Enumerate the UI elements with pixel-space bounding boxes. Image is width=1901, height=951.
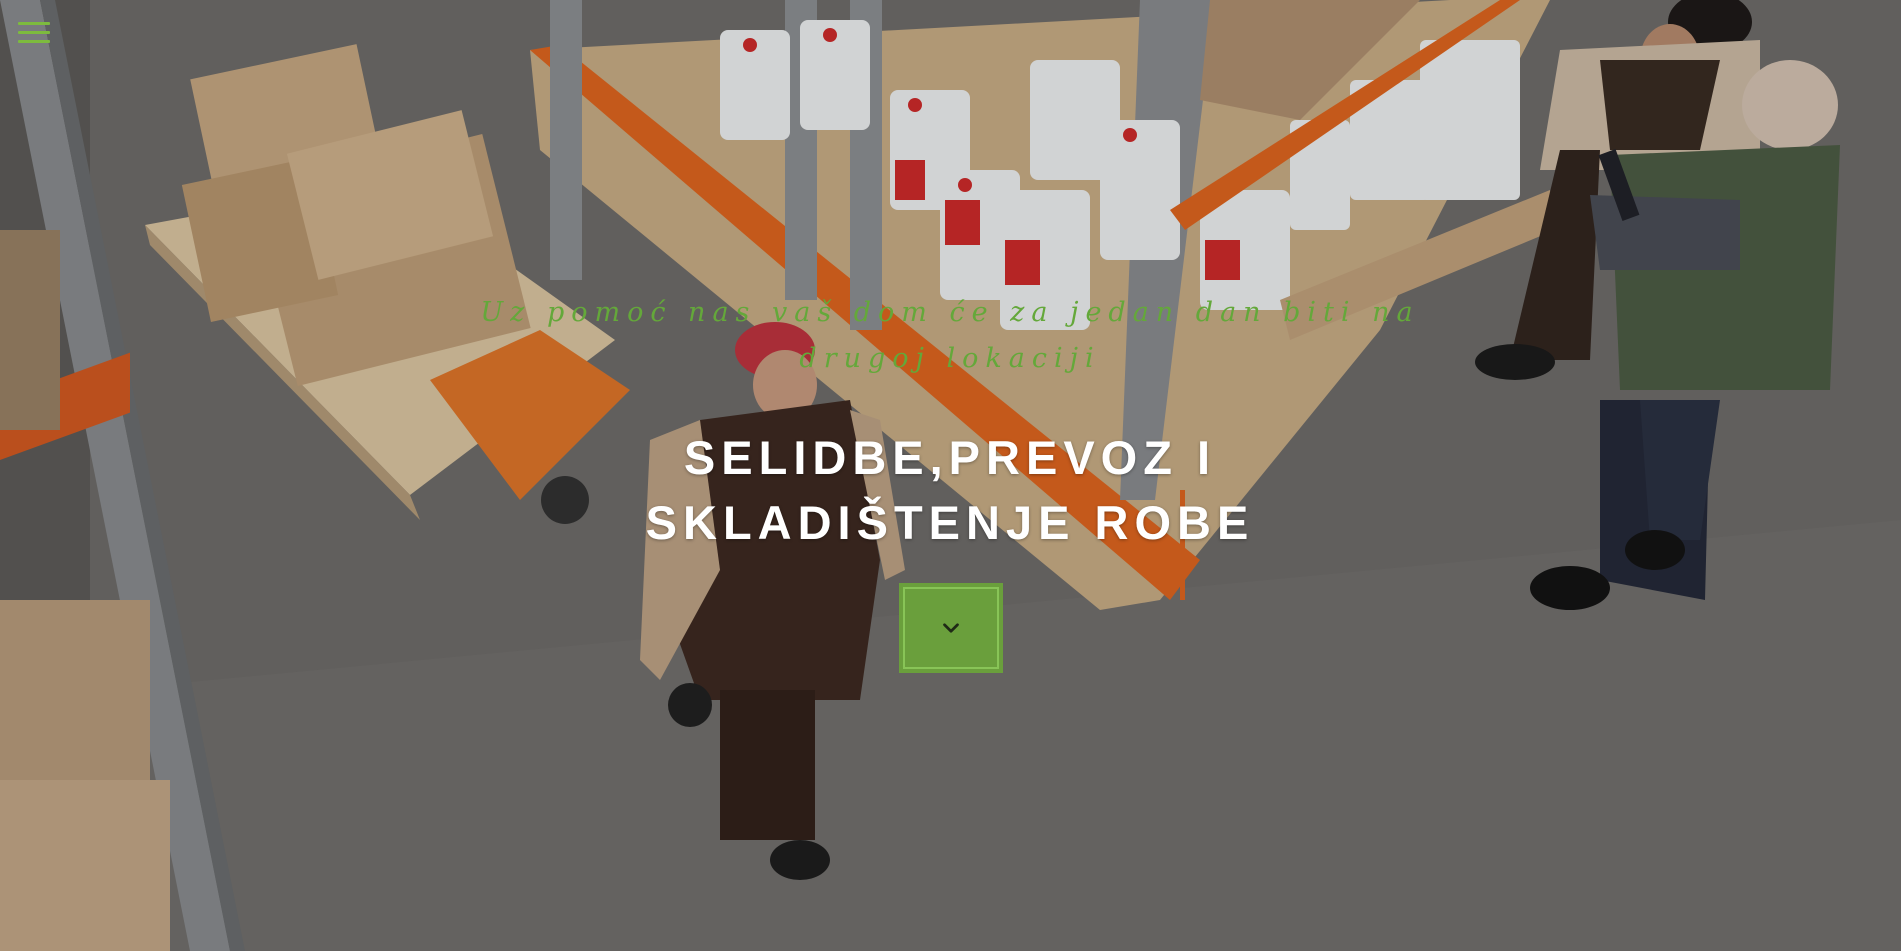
menu-bar: [18, 22, 50, 25]
hero-section: Uz pomoć nas vaš dom će za jedan dan bit…: [0, 0, 1901, 951]
hero-tagline: Uz pomoć nas vaš dom će za jedan dan bit…: [480, 297, 1420, 374]
chevron-down-icon: [943, 623, 959, 633]
scroll-down-button[interactable]: [899, 583, 1003, 673]
hero-title-line-2: SKLADIŠTENJE ROBE: [645, 496, 1255, 549]
hero-title: SELIDBE,PREVOZ I SKLADIŠTENJE ROBE: [560, 425, 1340, 555]
menu-bar: [18, 31, 50, 34]
menu-bar: [18, 40, 50, 43]
hero-title-line-1: SELIDBE,PREVOZ I: [683, 431, 1217, 484]
hamburger-menu-icon[interactable]: [18, 22, 50, 50]
